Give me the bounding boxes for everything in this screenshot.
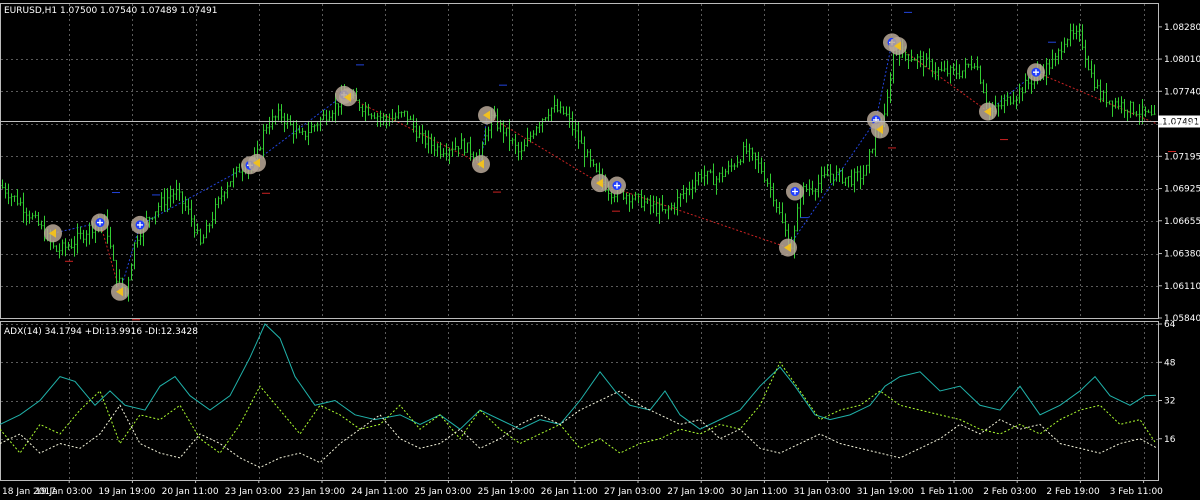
x-tick-label: 19 Jan 19:00 bbox=[98, 487, 155, 497]
y-tick-label: 1.06655 bbox=[1164, 217, 1200, 227]
x-tick-label: 25 Jan 19:00 bbox=[478, 487, 535, 497]
y-tick-label: 16 bbox=[1164, 435, 1176, 445]
x-tick-label: 19 Jan 03:00 bbox=[35, 487, 92, 497]
chart-background bbox=[0, 0, 1200, 500]
x-tick-label: 26 Jan 11:00 bbox=[541, 487, 598, 497]
y-tick-label: 1.07740 bbox=[1164, 87, 1200, 97]
x-tick-label: 2 Feb 19:00 bbox=[1046, 487, 1100, 497]
x-tick-label: 23 Jan 03:00 bbox=[225, 487, 282, 497]
x-tick-label: 23 Jan 19:00 bbox=[288, 487, 345, 497]
y-tick-label: 1.06380 bbox=[1164, 250, 1200, 260]
x-tick-label: 24 Jan 11:00 bbox=[351, 487, 408, 497]
x-tick-label: 1 Feb 11:00 bbox=[920, 487, 974, 497]
x-tick-label: 31 Jan 03:00 bbox=[794, 487, 851, 497]
y-tick-label: 1.06110 bbox=[1164, 282, 1200, 292]
y-tick-label: 32 bbox=[1164, 397, 1175, 407]
y-tick-label: 1.08010 bbox=[1164, 55, 1200, 65]
chart-title: EURUSD,H1 1.07500 1.07540 1.07489 1.0749… bbox=[4, 6, 217, 16]
y-tick-label: 1.08280 bbox=[1164, 23, 1200, 33]
x-tick-label: 20 Jan 11:00 bbox=[162, 487, 219, 497]
x-tick-label: 27 Jan 03:00 bbox=[604, 487, 661, 497]
y-tick-label: 1.07465 bbox=[1164, 120, 1200, 130]
x-tick-label: 27 Jan 19:00 bbox=[667, 487, 724, 497]
chart-svg: 1.07491 1.082801.080101.077401.074651.07… bbox=[0, 0, 1200, 500]
x-tick-label: 25 Jan 03:00 bbox=[414, 487, 471, 497]
y-tick-label: 48 bbox=[1164, 358, 1176, 368]
x-tick-label: 30 Jan 11:00 bbox=[730, 487, 787, 497]
indicator-title: ADX(14) 34.1794 +DI:13.9916 -DI:12.3428 bbox=[4, 327, 198, 337]
y-tick-label: 64 bbox=[1164, 320, 1176, 330]
x-tick-label: 2 Feb 03:00 bbox=[983, 487, 1037, 497]
x-tick-label: 3 Feb 11:00 bbox=[1110, 487, 1164, 497]
y-tick-label: 1.06925 bbox=[1164, 185, 1200, 195]
y-tick-label: 1.07195 bbox=[1164, 152, 1200, 162]
x-tick-label: 31 Jan 19:00 bbox=[857, 487, 914, 497]
